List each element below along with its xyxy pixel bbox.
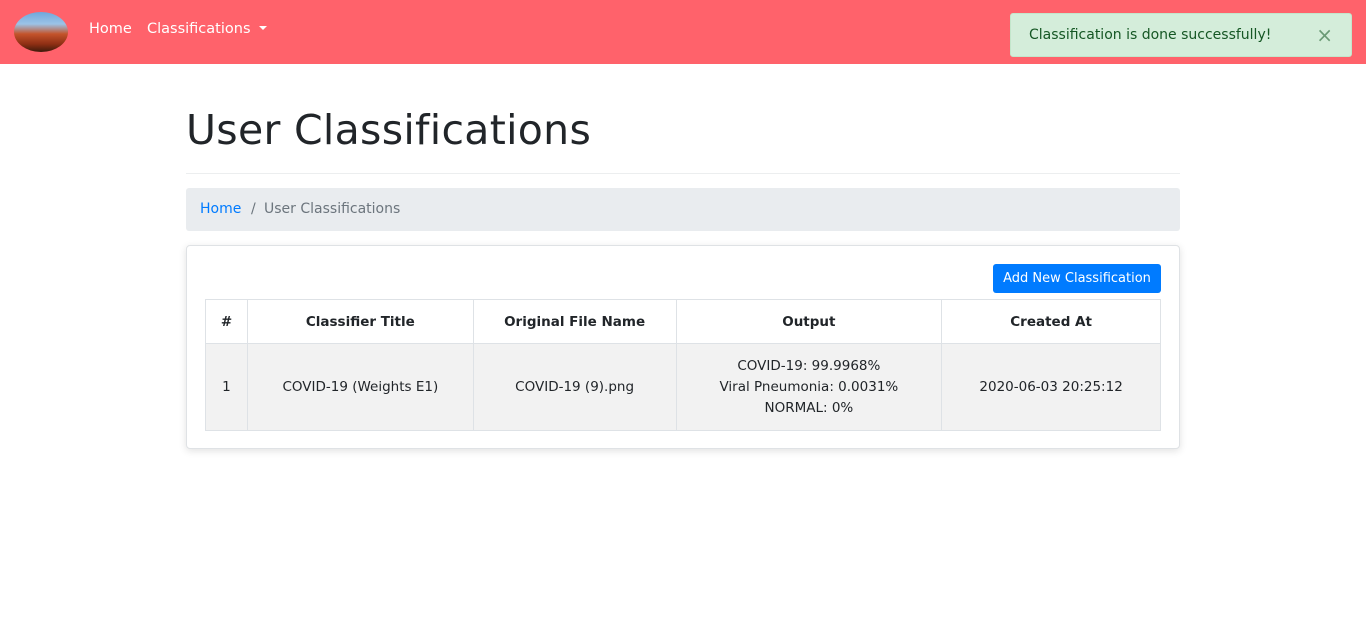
cell-number: 1 bbox=[205, 343, 248, 431]
breadcrumb-home-link[interactable]: Home bbox=[200, 201, 241, 217]
logo[interactable] bbox=[14, 12, 68, 52]
classifications-table: # Classifier Title Original File Name Ou… bbox=[205, 299, 1161, 431]
output-line: NORMAL: 0% bbox=[764, 399, 854, 416]
cell-created-at: 2020-06-03 20:25:12 bbox=[941, 343, 1161, 431]
output-line: COVID-19: 99.9968% bbox=[737, 357, 881, 374]
cell-file-name: COVID-19 (9).png bbox=[472, 343, 677, 431]
success-alert: Classification is done successfully! × bbox=[1010, 13, 1352, 57]
cell-classifier-title: COVID-19 (Weights E1) bbox=[246, 343, 474, 431]
classifications-card: Add New Classification # Classifier Titl… bbox=[186, 245, 1180, 449]
add-new-classification-button[interactable]: Add New Classification bbox=[993, 264, 1161, 293]
cell-output: COVID-19: 99.9968% Viral Pneumonia: 0.00… bbox=[675, 343, 943, 431]
nav-home-link[interactable]: Home bbox=[89, 21, 132, 37]
table-header-row: # Classifier Title Original File Name Ou… bbox=[205, 299, 1161, 344]
title-divider bbox=[186, 173, 1180, 174]
nav-classifications-dropdown[interactable]: Classifications bbox=[147, 21, 267, 37]
breadcrumb: Home / User Classifications bbox=[186, 188, 1180, 231]
nav-classifications-label: Classifications bbox=[147, 21, 251, 37]
header-created-at: Created At bbox=[941, 299, 1161, 344]
header-output: Output bbox=[675, 299, 943, 344]
chevron-down-icon bbox=[258, 26, 267, 30]
alert-message: Classification is done successfully! bbox=[1029, 27, 1272, 43]
header-classifier-title: Classifier Title bbox=[246, 299, 474, 344]
table-row[interactable]: 1 COVID-19 (Weights E1) COVID-19 (9).png… bbox=[205, 343, 1161, 431]
header-number: # bbox=[205, 299, 248, 344]
breadcrumb-current: User Classifications bbox=[264, 201, 401, 217]
header-original-file-name: Original File Name bbox=[472, 299, 677, 344]
breadcrumb-separator: / bbox=[251, 201, 256, 217]
page-title: User Classifications bbox=[186, 106, 592, 154]
close-icon[interactable]: × bbox=[1316, 23, 1333, 47]
output-line: Viral Pneumonia: 0.0031% bbox=[719, 378, 899, 395]
